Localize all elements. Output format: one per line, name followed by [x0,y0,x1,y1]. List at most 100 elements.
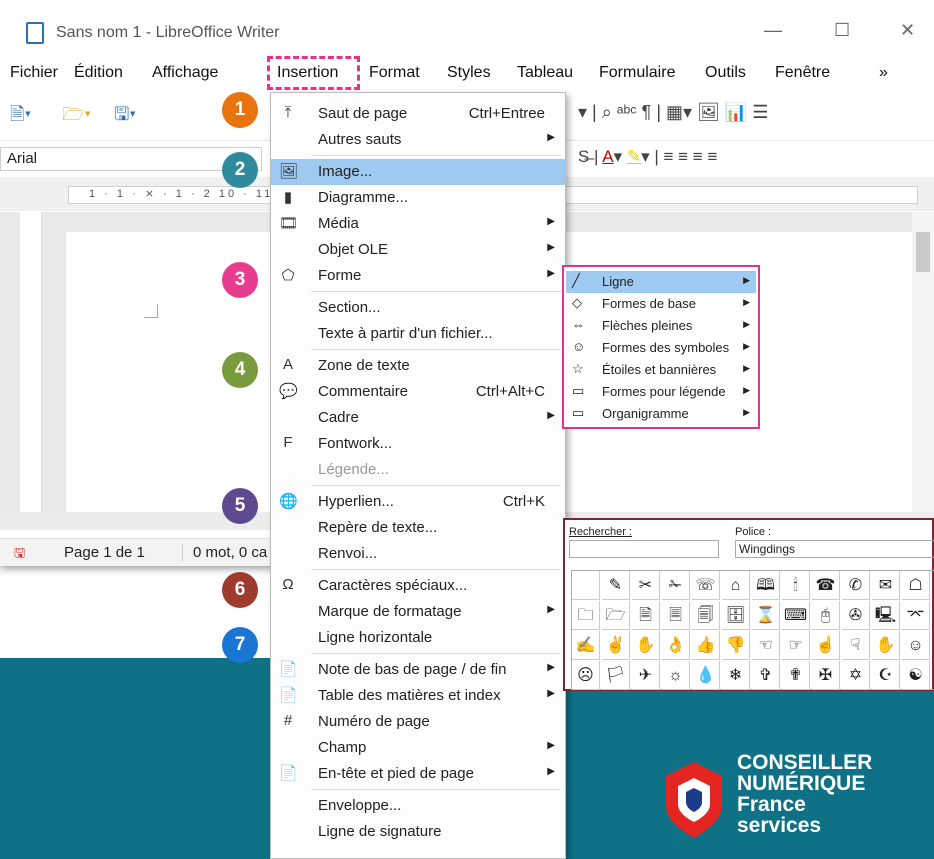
char-cell[interactable]: ☖ [902,571,930,600]
char-cell[interactable]: ☼ [662,661,690,690]
submenu-item-1[interactable]: ◇ Formes de base ▶ [566,293,756,315]
char-cell[interactable]: ✋ [872,631,900,660]
submenu-item-4[interactable]: ☆ Étoiles et bannières ▶ [566,359,756,381]
menu-item-13[interactable]: Légende... [271,457,565,483]
char-cell[interactable]: ✞ [752,661,780,690]
char-cell[interactable]: ✠ [812,661,840,690]
char-cell[interactable]: ☞ [782,631,810,660]
char-cell[interactable]: ☺ [902,631,930,660]
menu-item-11[interactable]: Cadre ▶ [271,405,565,431]
menu-item-3[interactable]: ▮ Diagramme... [271,185,565,211]
char-cell[interactable]: 🗎 [632,601,660,630]
menu-item-8[interactable]: Texte à partir d'un fichier... [271,321,565,347]
menu-item-21[interactable]: 📄 Table des matières et index ▶ [271,683,565,709]
maximize-button[interactable]: ☐ [834,20,850,41]
menu-item-14[interactable]: 🌐 Hyperlien... Ctrl+K [271,489,565,515]
menu-item-26[interactable]: Ligne de signature [271,819,565,845]
char-cell[interactable]: ✎ [602,571,630,600]
char-cell[interactable]: ✁ [662,571,690,600]
menubar-item-»[interactable]: » [879,64,888,82]
format-icons[interactable]: S̶ | A▾ ✎▾ | ≡ ≡ ≡ ≡ [578,147,717,167]
submenu-item-0[interactable]: ╱ Ligne ▶ [566,271,756,293]
menu-item-15[interactable]: Repère de texte... [271,515,565,541]
vertical-scrollbar[interactable] [912,212,934,512]
menu-item-24[interactable]: 📄 En-tête et pied de page ▶ [271,761,565,787]
char-cell[interactable]: ✉ [872,571,900,600]
menu-item-17[interactable]: Ω Caractères spéciaux... [271,573,565,599]
menubar-item-affichage[interactable]: Affichage [152,64,218,82]
char-cell[interactable]: ⌨ [782,601,810,630]
menubar-item-fenêtre[interactable]: Fenêtre [775,64,830,82]
menu-item-10[interactable]: 💬 Commentaire Ctrl+Alt+C [271,379,565,405]
char-cell[interactable]: ✟ [782,661,810,690]
menu-item-19[interactable]: Ligne horizontale [271,625,565,651]
char-cell[interactable] [572,571,600,600]
menubar-item-édition[interactable]: Édition [74,64,123,82]
menu-item-20[interactable]: 📄 Note de bas de page / de fin ▶ [271,657,565,683]
char-cell[interactable]: 🗄 [722,601,750,630]
submenu-item-5[interactable]: ▭ Formes pour légende ▶ [566,381,756,403]
char-cell[interactable]: ☪ [872,661,900,690]
font-select[interactable]: Wingdings [735,540,934,558]
close-button[interactable]: ✕ [900,20,915,41]
char-cell[interactable]: 🗁 [602,601,630,630]
char-cell[interactable]: ☝ [812,631,840,660]
menu-item-4[interactable]: 🎞 Média ▶ [271,211,565,237]
menu-item-5[interactable]: Objet OLE ▶ [271,237,565,263]
menu-item-9[interactable]: A Zone de texte [271,353,565,379]
char-cell[interactable]: 🗐 [692,601,720,630]
char-cell[interactable]: 🖳 [872,601,900,630]
scroll-thumb[interactable] [916,232,930,272]
char-cell[interactable]: ✡ [842,661,870,690]
menubar-item-formulaire[interactable]: Formulaire [599,64,675,82]
char-cell[interactable]: ☜ [752,631,780,660]
char-cell[interactable]: ☎ [812,571,840,600]
menu-item-23[interactable]: Champ ▶ [271,735,565,761]
submenu-item-3[interactable]: ☺ Formes des symboles ▶ [566,337,756,359]
char-cell[interactable]: ✌ [602,631,630,660]
char-cell[interactable]: 🗀 [572,601,600,630]
open-folder-icon[interactable]: 🗁▾ [62,102,91,132]
toolbar-icons-right[interactable]: ▾ | ⌕ ᵃᵇᶜ ¶ | ▦▾ 🖼 📊 ☰ [578,102,768,123]
char-cell[interactable]: ⌂ [722,571,750,600]
search-input[interactable] [569,540,719,558]
menubar-item-styles[interactable]: Styles [447,64,491,82]
char-cell[interactable]: 🗏 [662,601,690,630]
char-cell[interactable]: 💧 [692,661,720,690]
char-cell[interactable]: ✂ [632,571,660,600]
menu-item-18[interactable]: Marque de formatage ▶ [271,599,565,625]
minimize-button[interactable]: — [764,20,782,41]
char-cell[interactable]: ✆ [842,571,870,600]
char-cell[interactable]: ✋ [632,631,660,660]
menu-item-22[interactable]: # Numéro de page [271,709,565,735]
char-cell[interactable]: 🕯 [782,571,810,600]
char-cell[interactable]: ✍ [572,631,600,660]
menu-item-25[interactable]: Enveloppe... [271,793,565,819]
menubar-item-format[interactable]: Format [369,64,420,82]
char-cell[interactable]: ☹ [572,661,600,690]
char-cell[interactable]: ☯ [902,661,930,690]
char-cell[interactable]: 🖰 [812,601,840,630]
char-cell[interactable]: 🏳 [602,661,630,690]
menubar-item-tableau[interactable]: Tableau [517,64,573,82]
char-cell[interactable]: 👍 [692,631,720,660]
menubar-item-fichier[interactable]: Fichier [10,64,58,82]
char-cell[interactable]: ⌤ [902,601,930,630]
char-cell[interactable]: 👌 [662,631,690,660]
menu-item-12[interactable]: F Fontwork... [271,431,565,457]
menu-item-2[interactable]: 🖼 Image... [271,159,565,185]
char-cell[interactable]: 👎 [722,631,750,660]
char-cell[interactable]: ✈ [632,661,660,690]
new-document-icon[interactable]: 🗎▾ [10,102,31,132]
menu-item-6[interactable]: ⬠ Forme ▶ [271,263,565,289]
submenu-item-2[interactable]: ⇔ Flèches pleines ▶ [566,315,756,337]
char-cell[interactable]: ✇ [842,601,870,630]
menu-item-1[interactable]: Autres sauts ▶ [271,127,565,153]
menu-item-0[interactable]: ⤒ Saut de page Ctrl+Entree [271,101,565,127]
menu-item-7[interactable]: Section... [271,295,565,321]
char-cell[interactable]: 🕮 [752,571,780,600]
char-cell[interactable]: ❄ [722,661,750,690]
menu-item-16[interactable]: Renvoi... [271,541,565,567]
menubar-item-outils[interactable]: Outils [705,64,746,82]
submenu-item-6[interactable]: ▭ Organigramme ▶ [566,403,756,425]
